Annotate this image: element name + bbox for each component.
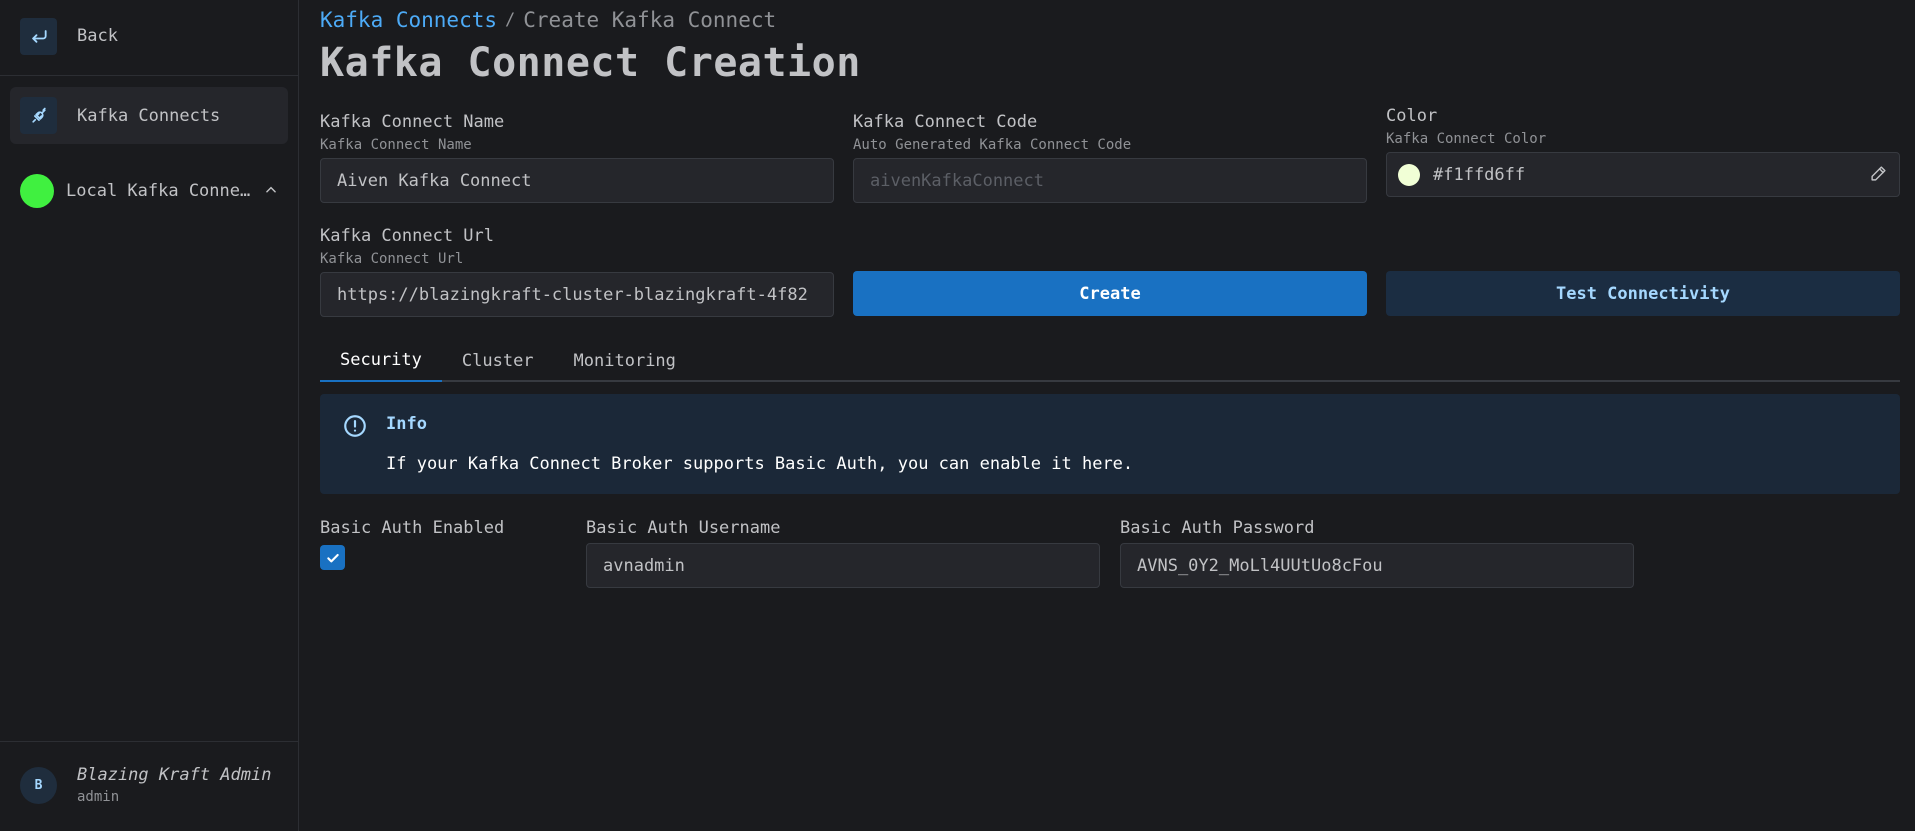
chevron-up-icon[interactable] bbox=[264, 182, 278, 201]
sidebar-item-kafka-connects[interactable]: Kafka Connects bbox=[10, 87, 288, 144]
alert-title: Info bbox=[386, 414, 427, 434]
back-button[interactable]: Back bbox=[20, 17, 118, 55]
breadcrumb: Kafka Connects / Create Kafka Connect bbox=[320, 8, 776, 32]
create-button[interactable]: Create bbox=[853, 271, 1367, 316]
tab-monitoring[interactable]: Monitoring bbox=[554, 340, 696, 382]
pencil-icon[interactable] bbox=[1870, 165, 1887, 187]
back-label: Back bbox=[77, 26, 118, 46]
sidebar-item-label: Kafka Connects bbox=[77, 105, 221, 126]
alert-circle-icon bbox=[342, 413, 368, 443]
url-field: Kafka Connect Url Kafka Connect Url http… bbox=[320, 226, 834, 317]
basic-auth-enabled-checkbox[interactable] bbox=[320, 545, 345, 570]
user-role: admin bbox=[77, 789, 120, 805]
tab-security[interactable]: Security bbox=[320, 340, 442, 382]
basic-auth-enabled-field: Basic Auth Enabled bbox=[320, 518, 504, 538]
page-title: Kafka Connect Creation bbox=[320, 40, 861, 86]
breadcrumb-current: Create Kafka Connect bbox=[523, 8, 777, 32]
check-icon bbox=[326, 553, 339, 562]
avatar: B bbox=[20, 766, 57, 804]
code-label: Kafka Connect Code bbox=[853, 112, 1038, 132]
basic-auth-username-input[interactable]: avnadmin bbox=[586, 543, 1100, 588]
color-field: Color Kafka Connect Color #f1ffd6ff bbox=[1386, 106, 1900, 197]
color-input[interactable]: #f1ffd6ff bbox=[1386, 152, 1900, 197]
tab-list: Security Cluster Monitoring bbox=[320, 340, 1900, 382]
name-input[interactable]: Aiven Kafka Connect bbox=[320, 158, 834, 203]
main-content: Kafka Connects / Create Kafka Connect Ka… bbox=[320, 0, 1900, 831]
url-description: Kafka Connect Url bbox=[320, 251, 464, 267]
name-label: Kafka Connect Name bbox=[320, 112, 505, 132]
url-label: Kafka Connect Url bbox=[320, 226, 494, 246]
basic-auth-password-input[interactable]: AVNS_0Y2_MoLl4UUtUo8cFou bbox=[1120, 543, 1634, 588]
tab-cluster[interactable]: Cluster bbox=[442, 340, 554, 382]
alert-message: If your Kafka Connect Broker supports Ba… bbox=[386, 454, 1134, 474]
color-swatch bbox=[1398, 164, 1420, 186]
basic-auth-enabled-label: Basic Auth Enabled bbox=[320, 518, 505, 538]
color-value: #f1ffd6ff bbox=[1433, 164, 1526, 185]
url-input[interactable]: https://blazingkraft-cluster-blazingkraf… bbox=[320, 272, 834, 317]
name-field: Kafka Connect Name Kafka Connect Name Ai… bbox=[320, 112, 834, 203]
basic-auth-username-field: Basic Auth Username avnadmin bbox=[586, 518, 1100, 588]
connection-item[interactable]: Local Kafka Connect bbox=[20, 173, 280, 209]
color-description: Kafka Connect Color bbox=[1386, 131, 1547, 147]
breadcrumb-separator: / bbox=[505, 10, 516, 30]
code-field: Kafka Connect Code Auto Generated Kafka … bbox=[853, 112, 1367, 203]
sidebar-divider bbox=[0, 75, 299, 76]
name-description: Kafka Connect Name bbox=[320, 137, 472, 153]
user-name: Blazing Kraft Admin bbox=[77, 765, 272, 785]
breadcrumb-link[interactable]: Kafka Connects bbox=[320, 8, 497, 32]
code-description: Auto Generated Kafka Connect Code bbox=[853, 137, 1132, 153]
basic-auth-password-field: Basic Auth Password AVNS_0Y2_MoLl4UUtUo8… bbox=[1120, 518, 1634, 588]
code-input: aivenKafkaConnect bbox=[853, 158, 1367, 203]
connection-color-dot bbox=[20, 174, 54, 208]
color-label: Color bbox=[1386, 106, 1438, 126]
test-connectivity-button[interactable]: Test Connectivity bbox=[1386, 271, 1900, 316]
user-profile[interactable]: B Blazing Kraft Admin admin bbox=[20, 765, 271, 805]
basic-auth-password-label: Basic Auth Password bbox=[1120, 518, 1315, 538]
info-alert: Info If your Kafka Connect Broker suppor… bbox=[320, 394, 1900, 494]
sidebar: Back Kafka Connects Local Kafka Connect … bbox=[0, 0, 299, 831]
connection-label: Local Kafka Connect bbox=[66, 181, 256, 201]
basic-auth-username-label: Basic Auth Username bbox=[586, 518, 781, 538]
sidebar-footer-divider bbox=[0, 741, 299, 742]
plug-icon bbox=[20, 97, 57, 134]
back-arrow-icon bbox=[20, 17, 57, 55]
